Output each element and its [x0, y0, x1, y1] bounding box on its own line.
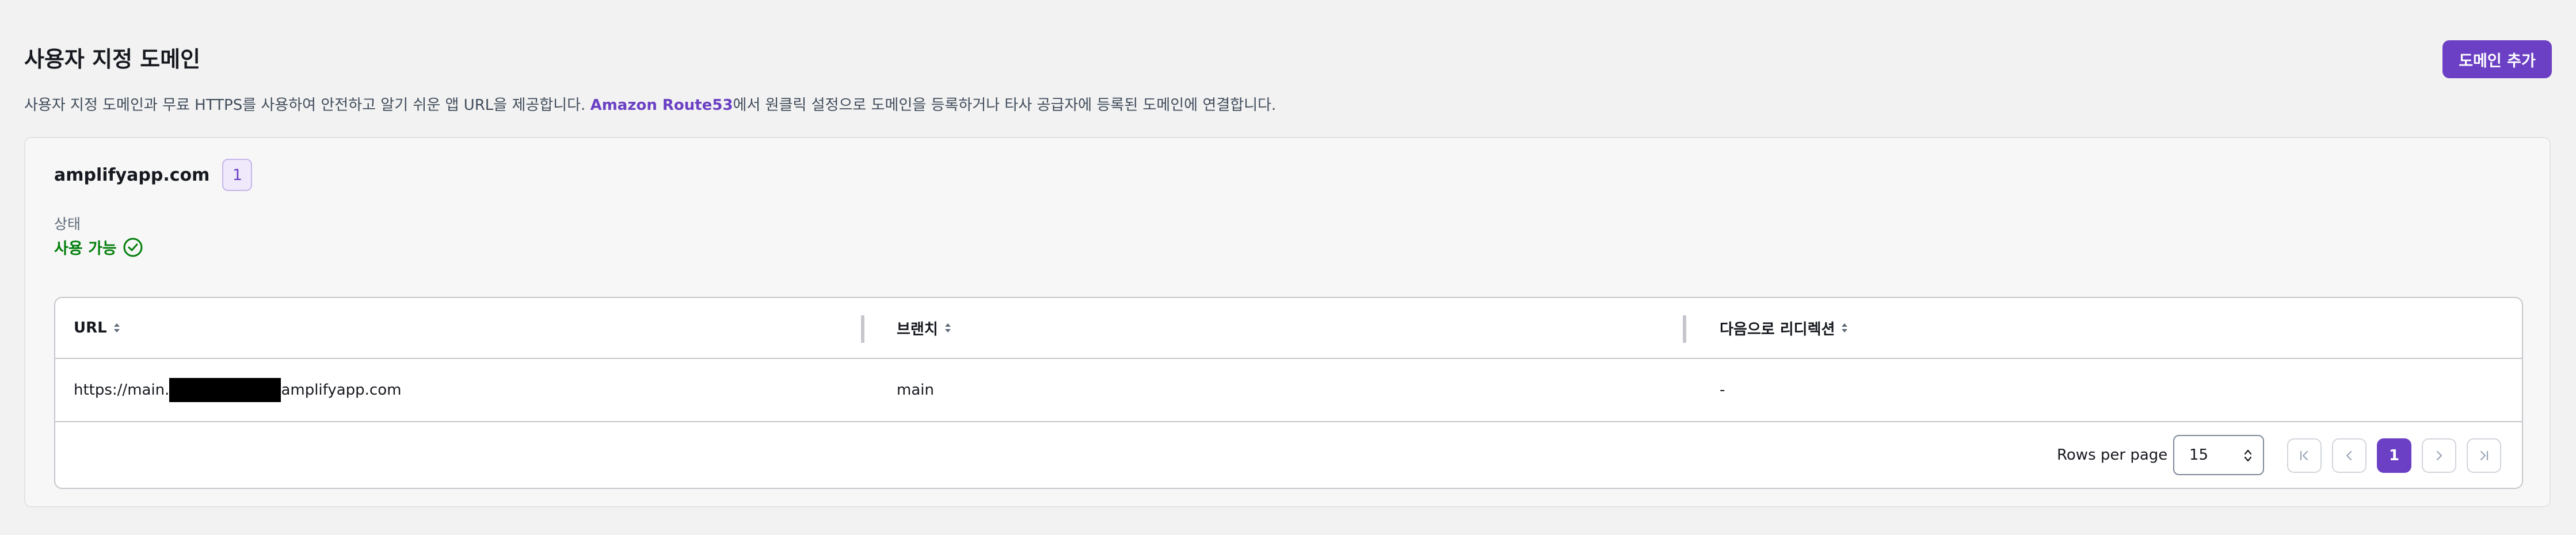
rows-per-page-select[interactable]: 15 [2173, 435, 2264, 475]
select-caret-icon [2244, 449, 2252, 462]
rows-per-page-value: 15 [2189, 446, 2209, 464]
sort-icon [944, 323, 951, 333]
status-label: 상태 [54, 216, 81, 232]
url-cell: https://main. amplifyapp.com [74, 359, 401, 421]
column-label: 다음으로 리디렉션 [1720, 320, 1835, 338]
subdomain-table: URL 브랜치 다음으로 리디렉션 https://main. amplifyap… [54, 297, 2523, 489]
description-text-2: 에서 원클릭 설정으로 도메인을 등록하거나 타사 공급자에 등록된 도메인에 … [733, 97, 1276, 114]
url-prefix: https://main. [74, 381, 170, 399]
status-value: 사용 가능 [54, 236, 143, 258]
column-header-branch[interactable]: 브랜치 [897, 298, 952, 358]
first-page-icon [2300, 450, 2308, 461]
column-label: URL [74, 319, 107, 337]
route53-link[interactable]: Amazon Route53 [590, 97, 733, 114]
last-page-icon [2480, 450, 2489, 461]
page-title: 사용자 지정 도메인 [24, 47, 201, 72]
column-label: 브랜치 [897, 320, 938, 338]
column-resizer[interactable] [861, 315, 864, 343]
last-page-button[interactable] [2467, 438, 2501, 473]
description-text: 사용자 지정 도메인과 무료 HTTPS를 사용하여 안전하고 알기 쉬운 앱 … [24, 97, 590, 114]
add-domain-button[interactable]: 도메인 추가 [2442, 40, 2552, 78]
branch-cell: main [897, 381, 934, 399]
prev-page-button[interactable] [2332, 438, 2367, 473]
sort-icon [1842, 323, 1848, 333]
domain-name: amplifyapp.com [54, 165, 210, 185]
pagination-bar: Rows per page 15 1 [55, 422, 2522, 488]
prev-page-icon [2346, 450, 2352, 461]
page-1-button[interactable]: 1 [2377, 438, 2411, 473]
url-suffix: amplifyapp.com [281, 381, 402, 399]
redirect-cell: - [1720, 381, 1725, 399]
status-text: 사용 가능 [54, 240, 117, 258]
domain-card: amplifyapp.com 1 상태 사용 가능 URL 브랜치 다음으로 리… [24, 137, 2551, 507]
column-resizer[interactable] [1683, 315, 1686, 343]
check-circle-icon [123, 238, 143, 257]
sort-icon [113, 323, 120, 333]
next-page-icon [2436, 450, 2442, 461]
table-row: https://main. amplifyapp.com main - [55, 359, 2522, 422]
page-description: 사용자 지정 도메인과 무료 HTTPS를 사용하여 안전하고 알기 쉬운 앱 … [24, 93, 1276, 114]
table-header: URL 브랜치 다음으로 리디렉션 [55, 298, 2522, 359]
column-header-redirect[interactable]: 다음으로 리디렉션 [1720, 298, 1849, 358]
domain-header: amplifyapp.com 1 [54, 159, 253, 191]
rows-per-page-label: Rows per page [2057, 446, 2168, 464]
redacted-block [169, 378, 281, 402]
column-header-url[interactable]: URL [74, 298, 121, 358]
first-page-button[interactable] [2287, 438, 2322, 473]
domain-count-badge: 1 [222, 159, 253, 191]
next-page-button[interactable] [2422, 438, 2456, 473]
